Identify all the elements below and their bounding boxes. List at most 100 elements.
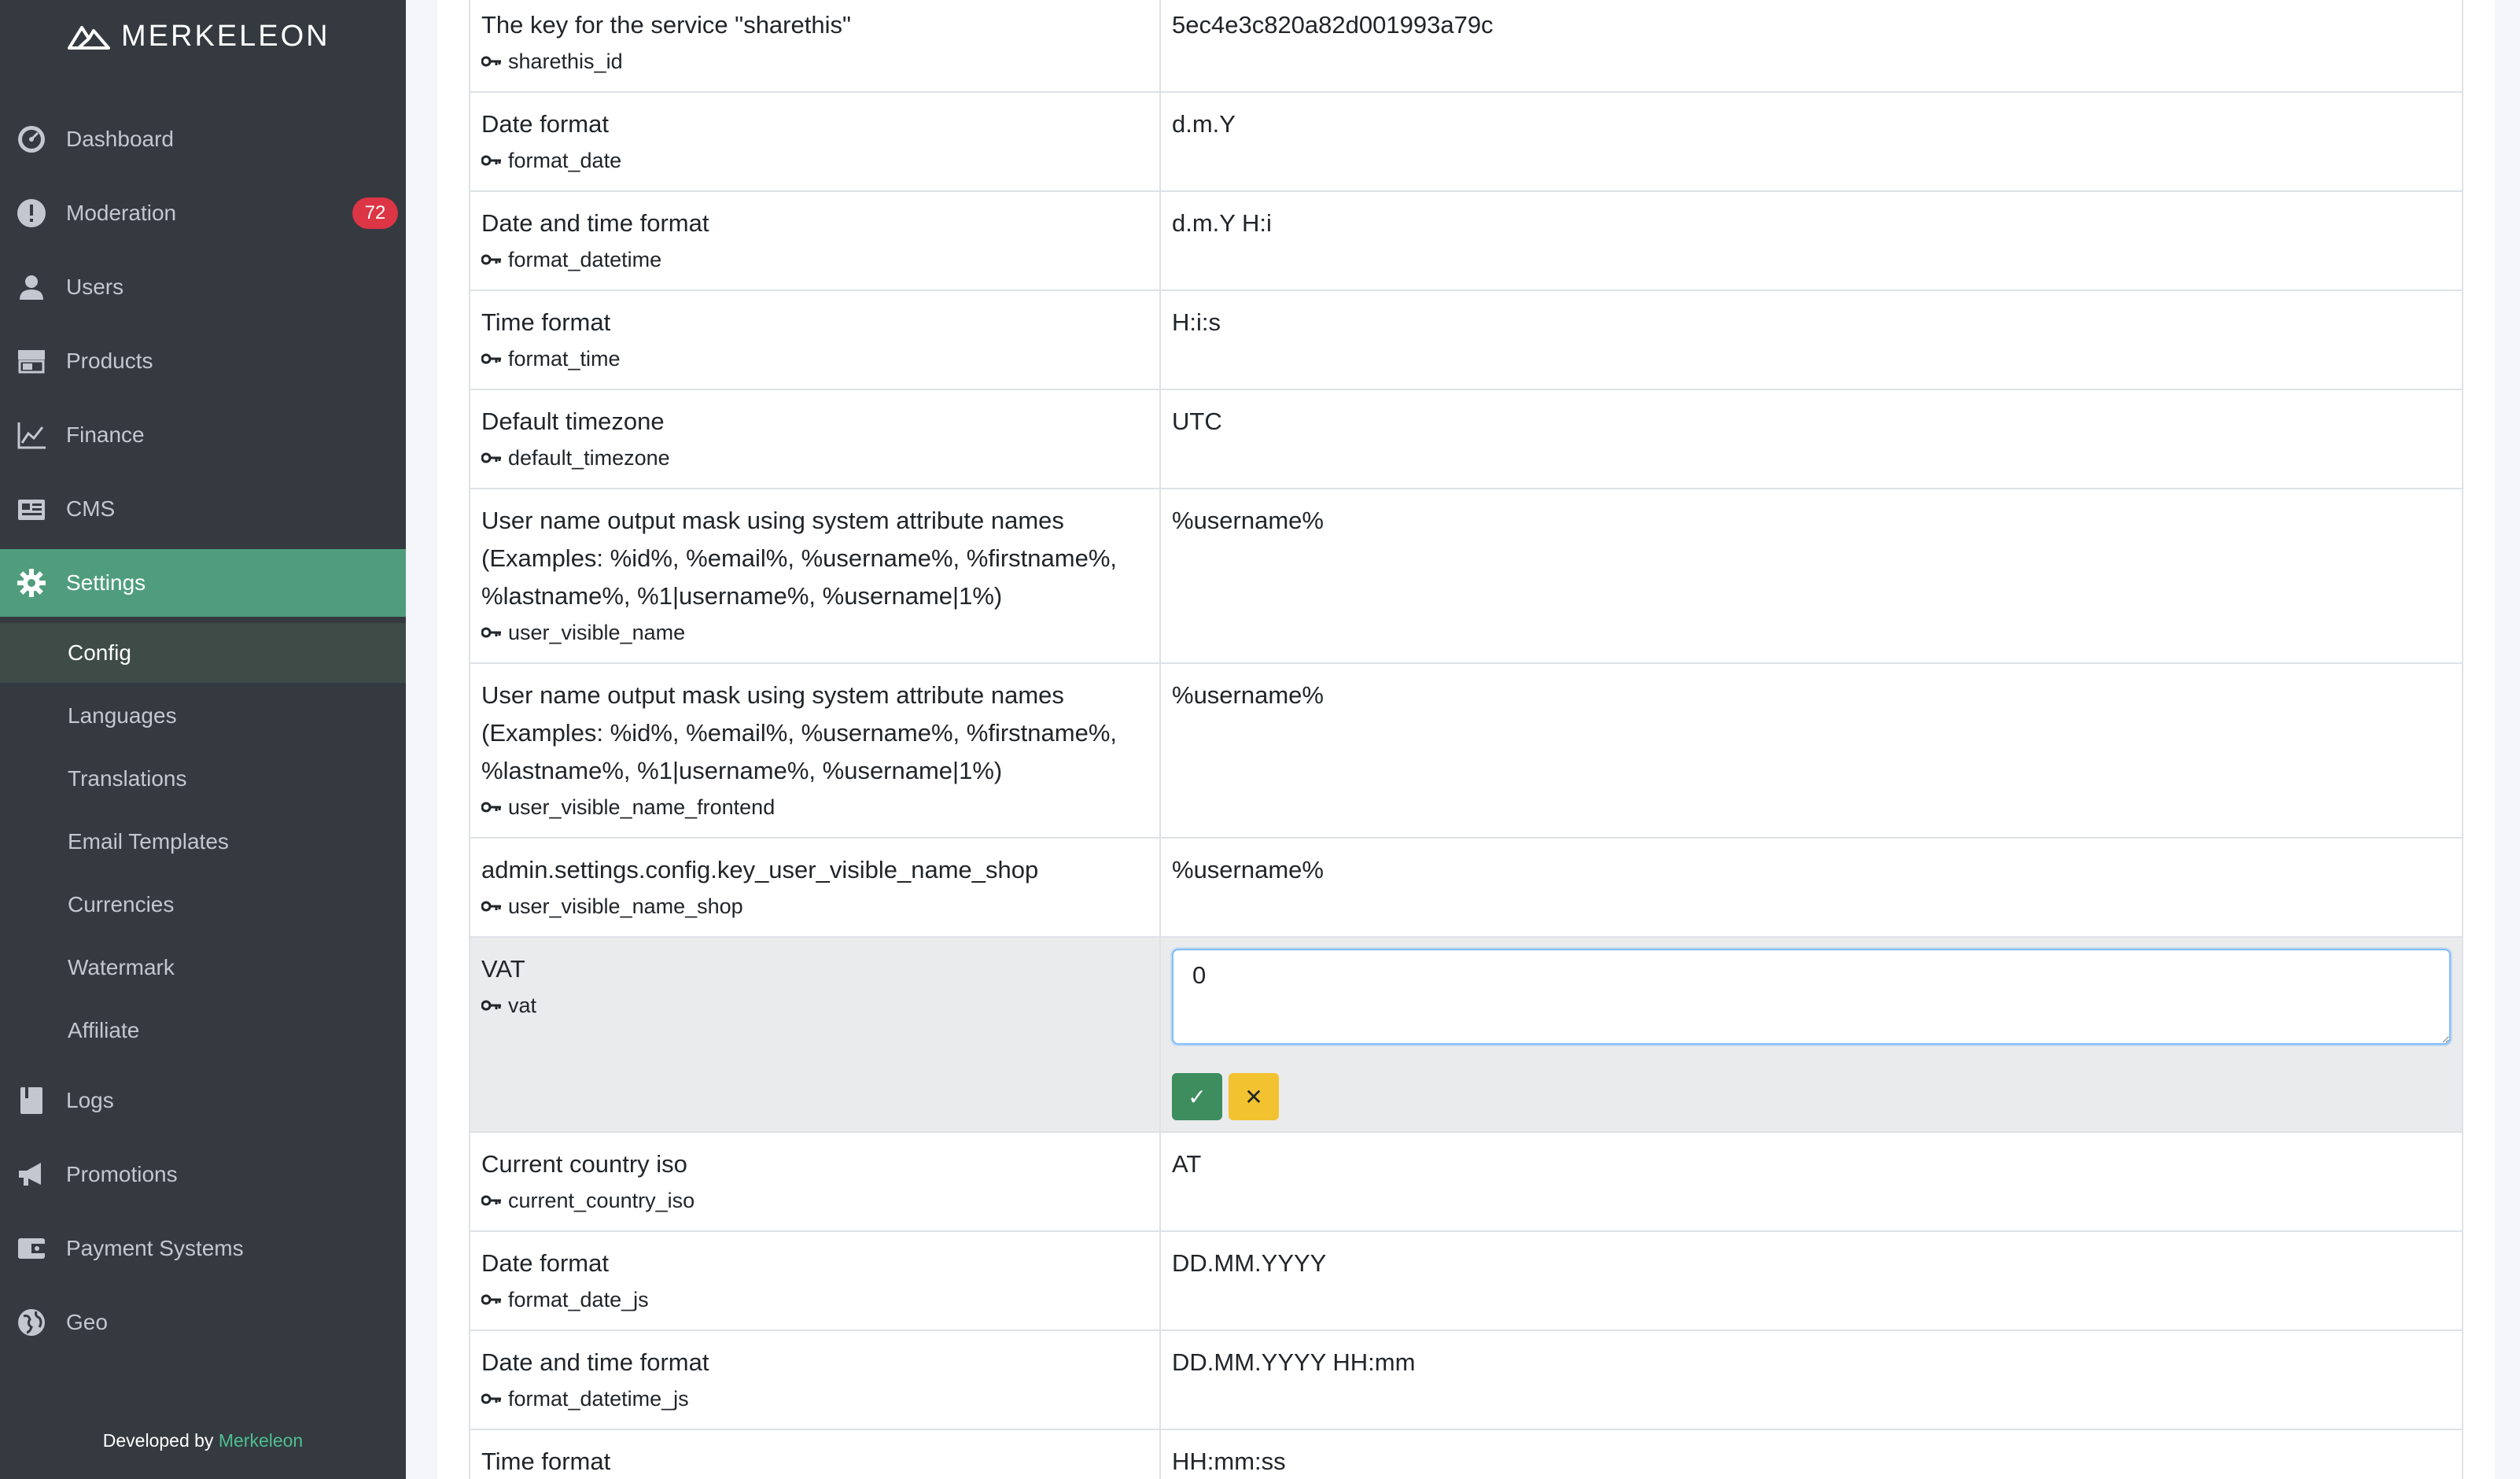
nav-promotions[interactable]: Promotions [0, 1141, 406, 1208]
config-title: admin.settings.config.key_user_visible_n… [481, 856, 1039, 883]
config-row[interactable]: Date format format_date_js DD.MM.YYYY [469, 1230, 2463, 1331]
sub-nav-label: Email Templates [68, 829, 229, 854]
config-key: sharethis_id [481, 44, 1148, 79]
user-icon [20, 275, 43, 300]
config-row[interactable]: VAT vat 0 ✓ ✕ [469, 936, 2463, 1133]
nav-users[interactable]: Users [0, 253, 406, 321]
sub-nav-translations[interactable]: Translations [0, 749, 406, 809]
config-value: d.m.Y H:i [1172, 209, 1272, 237]
nav-finance[interactable]: Finance [0, 401, 406, 469]
config-value-cell[interactable]: d.m.Y H:i [1159, 190, 2463, 291]
sub-nav-config[interactable]: Config [0, 623, 406, 683]
config-row[interactable]: User name output mask using system attri… [469, 662, 2463, 839]
page-scrollbar[interactable] [2495, 0, 2520, 1479]
config-row[interactable]: User name output mask using system attri… [469, 488, 2463, 664]
footer-link[interactable]: Merkeleon [219, 1430, 303, 1451]
config-key: vat [481, 988, 1148, 1023]
config-key-name: user_visible_name_shop [508, 894, 743, 918]
gear-icon [17, 569, 46, 597]
main-content: The key for the service "sharethis" share… [437, 0, 2495, 1479]
sub-nav-label: Languages [68, 703, 177, 728]
store-icon [18, 350, 45, 374]
config-value: 5ec4e3c820a82d001993a79c [1172, 11, 1494, 39]
config-key-cell: admin.settings.config.key_user_visible_n… [469, 837, 1161, 938]
config-row[interactable]: Default timezone default_timezone UTC [469, 389, 2463, 489]
config-value-cell[interactable]: DD.MM.YYYY HH:mm [1159, 1330, 2463, 1430]
chart-line-icon [17, 422, 46, 449]
nav-moderation[interactable]: Moderation 72 [0, 179, 406, 247]
config-row[interactable]: Time format HH:mm:ss [469, 1429, 2463, 1479]
key-icon [481, 802, 501, 813]
nav-label: Logs [66, 1088, 114, 1112]
config-key-name: format_datetime [508, 248, 662, 271]
sub-nav-label: Translations [68, 766, 187, 791]
newspaper-icon [18, 500, 45, 520]
key-icon [481, 155, 501, 166]
cancel-button[interactable]: ✕ [1229, 1073, 1279, 1120]
config-key-name: default_timezone [508, 446, 670, 470]
sub-nav-watermark[interactable]: Watermark [0, 938, 406, 998]
brand-logo[interactable]: MERKELEON [68, 14, 330, 58]
config-key-cell: Time format format_time [469, 290, 1161, 390]
config-title: Default timezone [481, 408, 665, 435]
config-key-cell: Date format format_date [469, 91, 1161, 192]
config-title: Time format [481, 308, 611, 336]
sub-nav-label: Affiliate [68, 1018, 140, 1042]
config-value-cell[interactable]: 5ec4e3c820a82d001993a79c [1159, 0, 2463, 93]
config-value: %username% [1172, 856, 1324, 883]
save-button[interactable]: ✓ [1172, 1073, 1222, 1120]
nav-label: Dashboard [66, 127, 174, 151]
config-key: default_timezone [481, 441, 1148, 475]
config-row[interactable]: admin.settings.config.key_user_visible_n… [469, 837, 2463, 938]
config-value: HH:mm:ss [1172, 1448, 1286, 1475]
config-value-cell[interactable]: AT [1159, 1131, 2463, 1232]
config-value-cell[interactable]: H:i:s [1159, 290, 2463, 390]
sub-nav-email-templates[interactable]: Email Templates [0, 812, 406, 872]
sub-nav-affiliate[interactable]: Affiliate [0, 1001, 406, 1060]
nav-products[interactable]: Products [0, 327, 406, 395]
config-title: VAT [481, 955, 525, 983]
config-key-name: format_date_js [508, 1288, 649, 1311]
config-value-cell[interactable]: d.m.Y [1159, 91, 2463, 192]
edit-actions: ✓ ✕ [1172, 1073, 2451, 1120]
config-row[interactable]: Date and time format format_datetime_js DD… [469, 1330, 2463, 1430]
config-key-name: format_datetime_js [508, 1387, 689, 1411]
globe-icon [18, 1309, 45, 1336]
nav-logs[interactable]: Logs [0, 1067, 406, 1134]
sub-nav-currencies[interactable]: Currencies [0, 875, 406, 935]
config-key-cell: Time format [469, 1429, 1161, 1479]
config-title: User name output mask using system attri… [481, 507, 1064, 534]
config-key-name: sharethis_id [508, 50, 623, 73]
config-row[interactable]: The key for the service "sharethis" share… [469, 0, 2463, 93]
nav-cms[interactable]: CMS [0, 475, 406, 543]
config-row[interactable]: Date and time format format_datetime d.m.Y… [469, 190, 2463, 291]
sub-nav-label: Currencies [68, 892, 175, 917]
config-key-name: format_date [508, 149, 622, 172]
config-value-cell[interactable]: HH:mm:ss [1159, 1429, 2463, 1479]
merkeleon-logo-icon [68, 26, 110, 50]
config-row[interactable]: Time format format_time H:i:s [469, 290, 2463, 390]
config-value-cell[interactable]: %username% [1159, 837, 2463, 938]
config-value-cell[interactable]: DD.MM.YYYY [1159, 1230, 2463, 1331]
sub-nav-label: Watermark [68, 955, 175, 979]
nav-settings[interactable]: Settings [0, 549, 406, 617]
config-key-cell: Default timezone default_timezone [469, 389, 1161, 489]
key-icon [481, 254, 501, 265]
config-key-name: vat [508, 994, 537, 1017]
value-edit-textarea[interactable]: 0 [1172, 949, 2451, 1045]
sub-nav-languages[interactable]: Languages [0, 686, 406, 746]
nav-dashboard[interactable]: Dashboard [0, 105, 406, 173]
key-icon [481, 1294, 501, 1305]
config-value-cell[interactable]: UTC [1159, 389, 2463, 489]
nav-payment-systems[interactable]: Payment Systems [0, 1215, 406, 1282]
key-icon [481, 452, 501, 463]
megaphone-icon [19, 1163, 41, 1186]
config-key: user_visible_name_frontend [481, 790, 1148, 824]
config-key-name: user_visible_name_frontend [508, 795, 776, 819]
config-value-cell[interactable]: %username% [1159, 662, 2463, 839]
config-row[interactable]: Current country iso current_country_iso AT [469, 1131, 2463, 1232]
config-key-cell: Date and time format format_datetime_js [469, 1330, 1161, 1430]
config-row[interactable]: Date format format_date d.m.Y [469, 91, 2463, 192]
nav-geo[interactable]: Geo [0, 1289, 406, 1356]
config-value-cell[interactable]: %username% [1159, 488, 2463, 664]
